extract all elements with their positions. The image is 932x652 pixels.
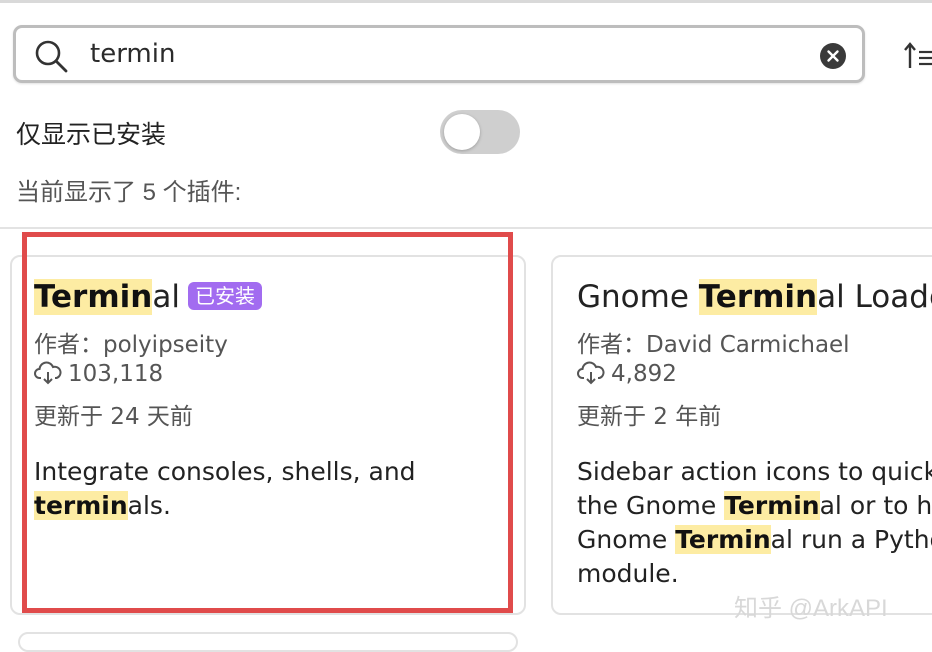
- name-rest: al Loader: [817, 279, 932, 315]
- name-pre: Gnome: [577, 279, 699, 315]
- desc-line: module.: [577, 559, 679, 588]
- plugin-description: Integrate consoles, shells, and terminal…: [34, 455, 416, 523]
- desc-match: Termin: [675, 525, 771, 554]
- installed-only-label: 仅显示已安装: [16, 121, 167, 149]
- plugin-author: 作者：polyipseity: [34, 332, 228, 358]
- download-cloud-icon: [577, 361, 605, 385]
- plugin-card-next[interactable]: [18, 632, 518, 652]
- search-input[interactable]: [90, 36, 790, 72]
- name-match: Termin: [34, 279, 153, 315]
- results-count: 当前显示了 5 个插件:: [16, 179, 242, 206]
- installed-only-toggle[interactable]: [440, 110, 520, 154]
- desc-pre: the Gnome: [577, 491, 725, 520]
- plugin-card-terminal[interactable]: Terminal 已安装 作者：polyipseity 103,118 更新于 2…: [10, 255, 526, 615]
- watermark: 知乎 @ArkAPI: [734, 595, 888, 622]
- clear-search-icon[interactable]: [820, 43, 846, 69]
- download-count: 4,892: [611, 361, 677, 387]
- top-border: [0, 0, 932, 3]
- desc-line: terminals.: [34, 489, 416, 523]
- search-icon: [35, 40, 68, 73]
- desc-rest: als.: [127, 491, 171, 520]
- search-bar[interactable]: [13, 25, 865, 83]
- desc-match: termin: [34, 491, 128, 520]
- plugin-description: Sidebar action icons to quick the Gnome …: [577, 455, 932, 591]
- plugin-downloads: 103,118: [34, 361, 163, 387]
- desc-rest: al run a Pytho: [770, 525, 932, 554]
- desc-pre: Gnome: [577, 525, 676, 554]
- desc-match: Termin: [724, 491, 820, 520]
- download-count: 103,118: [68, 361, 164, 387]
- desc-rest: al or to ha: [819, 491, 932, 520]
- toggle-knob: [444, 114, 480, 150]
- divider: [0, 227, 932, 229]
- plugin-title: Gnome Terminal Loader: [577, 279, 932, 315]
- desc-line: the Gnome Terminal or to ha: [577, 489, 932, 523]
- name-match: Termin: [698, 279, 818, 315]
- sort-icon[interactable]: [904, 40, 932, 72]
- download-cloud-icon: [34, 361, 62, 385]
- plugin-card-gnome-terminal-loader[interactable]: Gnome Terminal Loader 作者：David Carmichae…: [551, 255, 932, 615]
- plugin-author: 作者：David Carmichael: [577, 332, 850, 358]
- plugin-downloads: 4,892: [577, 361, 677, 387]
- plugin-updated: 更新于 2 年前: [577, 404, 722, 430]
- plugin-updated: 更新于 24 天前: [34, 404, 193, 430]
- plugin-title: Terminal 已安装: [34, 279, 262, 315]
- desc-line: Gnome Terminal run a Pytho: [577, 523, 932, 557]
- installed-badge: 已安装: [187, 282, 262, 310]
- desc-line: Integrate consoles, shells, and: [34, 457, 416, 486]
- name-rest: al: [152, 279, 180, 315]
- desc-line: Sidebar action icons to quick: [577, 457, 932, 486]
